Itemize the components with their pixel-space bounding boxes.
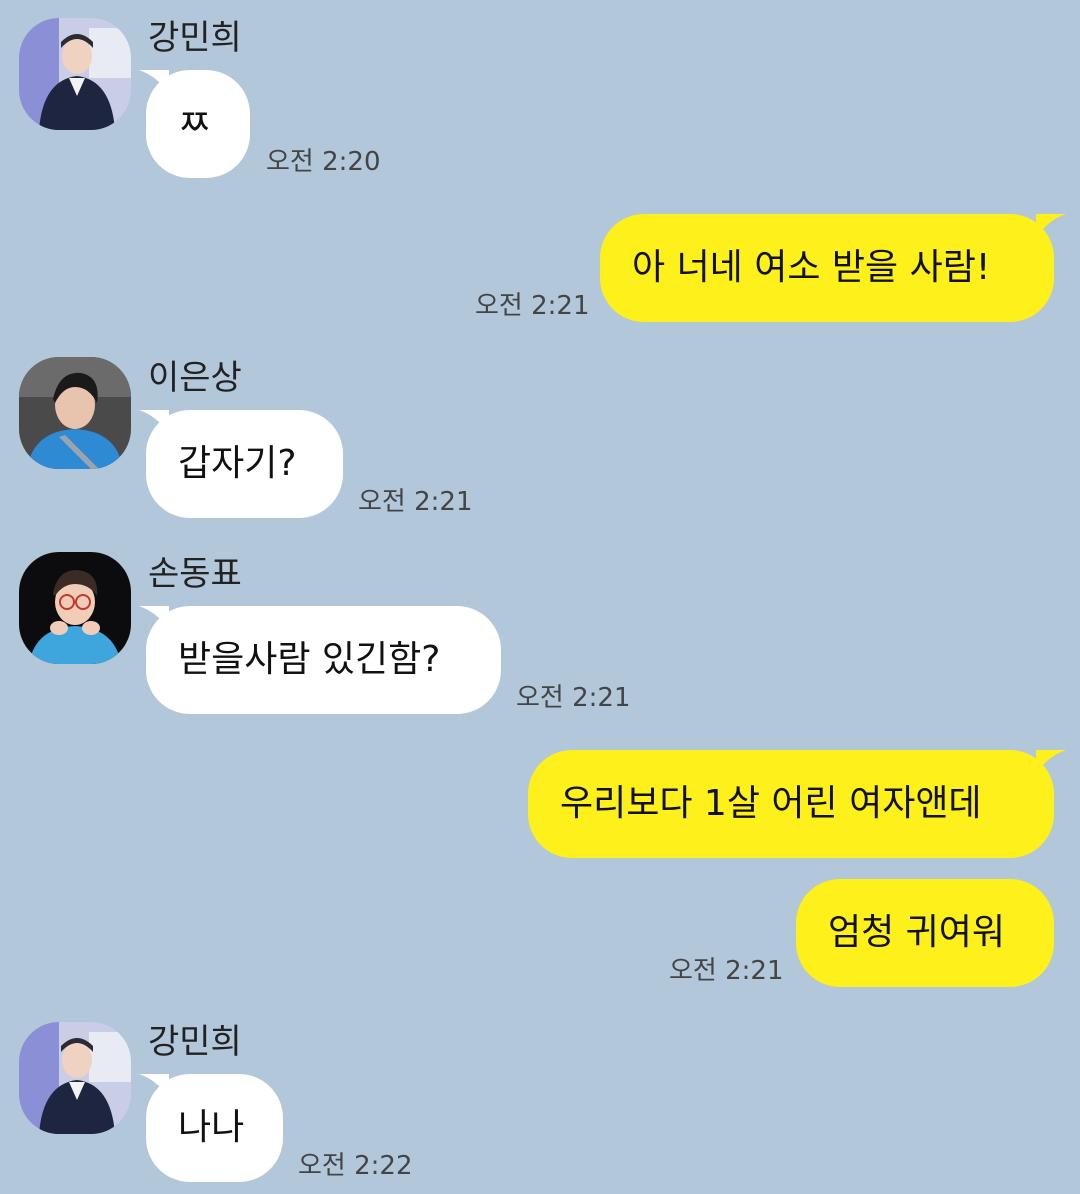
avatar-kang-minhee[interactable]: [19, 18, 131, 130]
avatar-lee-eunsang[interactable]: [19, 357, 131, 469]
message-time: 오전 2:22: [298, 1151, 413, 1181]
message-time: 오전 2:21: [358, 487, 473, 517]
message-time: 오전 2:21: [516, 683, 631, 713]
profile-photo-icon: [19, 1022, 131, 1134]
sender-name: 강민희: [148, 18, 242, 58]
avatar-kang-minhee[interactable]: [19, 1022, 131, 1134]
sender-name: 손동표: [148, 554, 242, 594]
bubble-tail: [1036, 750, 1066, 774]
message-bubble[interactable]: 아 너네 여소 받을 사람!: [600, 214, 1054, 322]
sender-name: 이은상: [148, 358, 242, 398]
message-bubble[interactable]: 엄청 귀여워: [796, 879, 1054, 987]
profile-photo-icon: [19, 18, 131, 130]
message-bubble[interactable]: 갑자기?: [146, 410, 343, 518]
sender-name: 강민희: [148, 1022, 242, 1062]
profile-photo-icon: [19, 357, 131, 469]
message-bubble[interactable]: ㅉ: [146, 70, 250, 178]
message-time: 오전 2:21: [669, 956, 784, 986]
bubble-tail: [1036, 214, 1066, 238]
message-time: 오전 2:20: [266, 147, 381, 177]
profile-photo-icon: [19, 552, 131, 664]
message-bubble[interactable]: 우리보다 1살 어린 여자앤데: [528, 750, 1054, 858]
message-bubble[interactable]: 받을사람 있긴함?: [146, 606, 501, 714]
avatar-son-dongpyo[interactable]: [19, 552, 131, 664]
message-bubble[interactable]: 나나: [146, 1074, 283, 1182]
message-time: 오전 2:21: [475, 291, 590, 321]
